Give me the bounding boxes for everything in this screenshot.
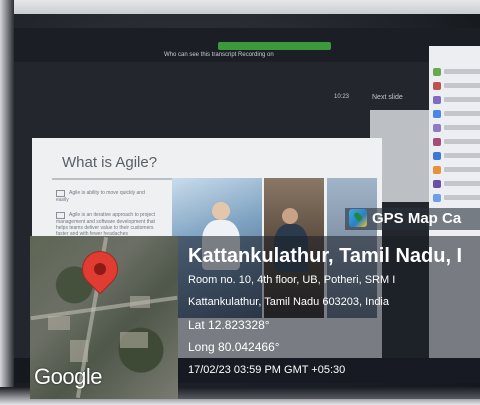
- photo-edge-top: [0, 0, 480, 14]
- map-building: [48, 316, 70, 330]
- participant-row[interactable]: [433, 138, 480, 147]
- bullet-icon: [56, 212, 65, 219]
- avatar: [433, 110, 441, 118]
- participant-row[interactable]: [433, 68, 480, 77]
- meeting-topbar: Who can see this transcript Recording on: [14, 28, 480, 62]
- latitude: Lat 12.823328°: [188, 318, 270, 332]
- photo-edge-left: [0, 0, 14, 405]
- slide-timer: 10:23: [334, 94, 350, 100]
- map-building: [70, 340, 88, 362]
- gps-map-camera-icon: [349, 209, 367, 227]
- map-building: [120, 332, 148, 348]
- person-head: [212, 202, 230, 220]
- longitude: Long 80.042466°: [188, 340, 280, 354]
- participant-row[interactable]: [433, 82, 480, 91]
- meeting-title: Who can see this transcript Recording on: [164, 52, 274, 58]
- participant-row[interactable]: [433, 180, 480, 189]
- participant-row[interactable]: [433, 96, 480, 105]
- avatar: [433, 96, 441, 104]
- map-thumbnail: Google: [30, 236, 178, 399]
- slide-title: What is Agile?: [62, 154, 158, 171]
- avatar: [433, 152, 441, 160]
- map-building: [130, 296, 150, 308]
- participant-row[interactable]: [433, 194, 480, 203]
- slide-bullet: Agile is ability to move quickly and eas…: [56, 190, 145, 203]
- google-logo: Google: [34, 364, 102, 389]
- address-line-1: Room no. 10, 4th floor, UB, Potheri, SRM…: [188, 274, 396, 286]
- avatar: [433, 68, 441, 76]
- participant-row[interactable]: [433, 152, 480, 161]
- gps-app-name: GPS Map Ca: [372, 210, 462, 227]
- avatar: [433, 194, 441, 202]
- avatar: [433, 82, 441, 90]
- slide-divider: [52, 178, 172, 180]
- avatar: [433, 124, 441, 132]
- address-line-2: Kattankulathur, Tamil Nadu 603203, India: [188, 296, 389, 308]
- location-title: Kattankulathur, Tamil Nadu, I: [188, 245, 463, 267]
- slide-bullet: Agile is an iterative approach to projec…: [56, 212, 156, 237]
- bullet-icon: [56, 190, 65, 197]
- participant-row[interactable]: [433, 110, 480, 119]
- avatar: [433, 166, 441, 174]
- join-button[interactable]: [218, 42, 331, 50]
- map-pin-center: [94, 263, 106, 275]
- participant-row[interactable]: [433, 166, 480, 175]
- avatar: [433, 180, 441, 188]
- timestamp: 17/02/23 03:59 PM GMT +05:30: [188, 364, 346, 376]
- person-head: [282, 208, 298, 224]
- next-slide-label: Next slide: [372, 94, 403, 101]
- avatar: [433, 138, 441, 146]
- participant-row[interactable]: [433, 124, 480, 133]
